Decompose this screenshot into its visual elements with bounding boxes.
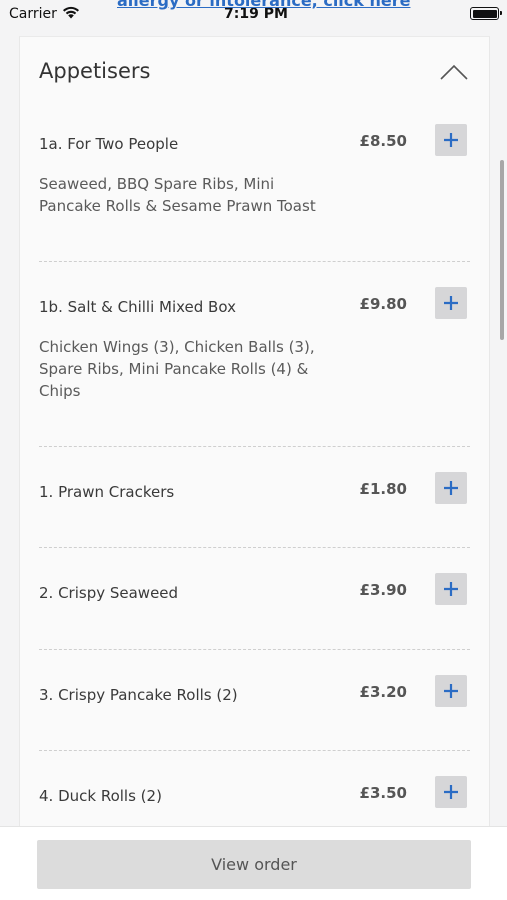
wifi-icon [63,6,79,19]
item-name: 2. Crispy Seaweed [39,584,179,602]
item-description: Seaweed, BBQ Spare Ribs, Mini Pancake Ro… [39,175,316,215]
menu-section-card: Appetisers 1a. For Two People £8.50 Seaw… [19,36,490,836]
scrollbar[interactable] [500,160,504,340]
carrier-label: Carrier [9,6,57,22]
plus-icon [444,133,458,147]
divider [39,649,470,650]
plus-icon [444,481,458,495]
allergy-info-link[interactable]: allergy or intolerance, click here [117,0,410,10]
item-price: £3.50 [359,784,407,802]
bottom-bar: View order [0,826,507,900]
item-price: £9.80 [359,295,407,313]
item-price: £3.20 [359,683,407,701]
section-title: Appetisers [39,59,151,83]
item-name: 1a. For Two People [39,135,179,153]
divider [39,750,470,751]
item-price: £8.50 [359,132,407,150]
add-item-button[interactable] [435,124,467,156]
divider [39,446,470,447]
item-name: 1. Prawn Crackers [39,483,175,501]
plus-icon [444,296,458,310]
add-item-button[interactable] [435,776,467,808]
add-item-button[interactable] [435,675,467,707]
add-item-button[interactable] [435,287,467,319]
battery-icon [470,7,502,20]
plus-icon [444,785,458,799]
add-item-button[interactable] [435,573,467,605]
divider [39,547,470,548]
item-price: £1.80 [359,480,407,498]
divider [39,261,470,262]
plus-icon [444,684,458,698]
item-name: 4. Duck Rolls (2) [39,787,162,805]
chevron-up-icon[interactable] [439,59,469,83]
plus-icon [444,582,458,596]
section-header[interactable]: Appetisers [20,37,489,107]
item-price: £3.90 [359,581,407,599]
add-item-button[interactable] [435,472,467,504]
item-name: 1b. Salt & Chilli Mixed Box [39,298,236,316]
item-description: Chicken Wings (3), Chicken Balls (3), Sp… [39,338,315,400]
item-name: 3. Crispy Pancake Rolls (2) [39,686,238,704]
view-order-button[interactable]: View order [37,840,471,889]
